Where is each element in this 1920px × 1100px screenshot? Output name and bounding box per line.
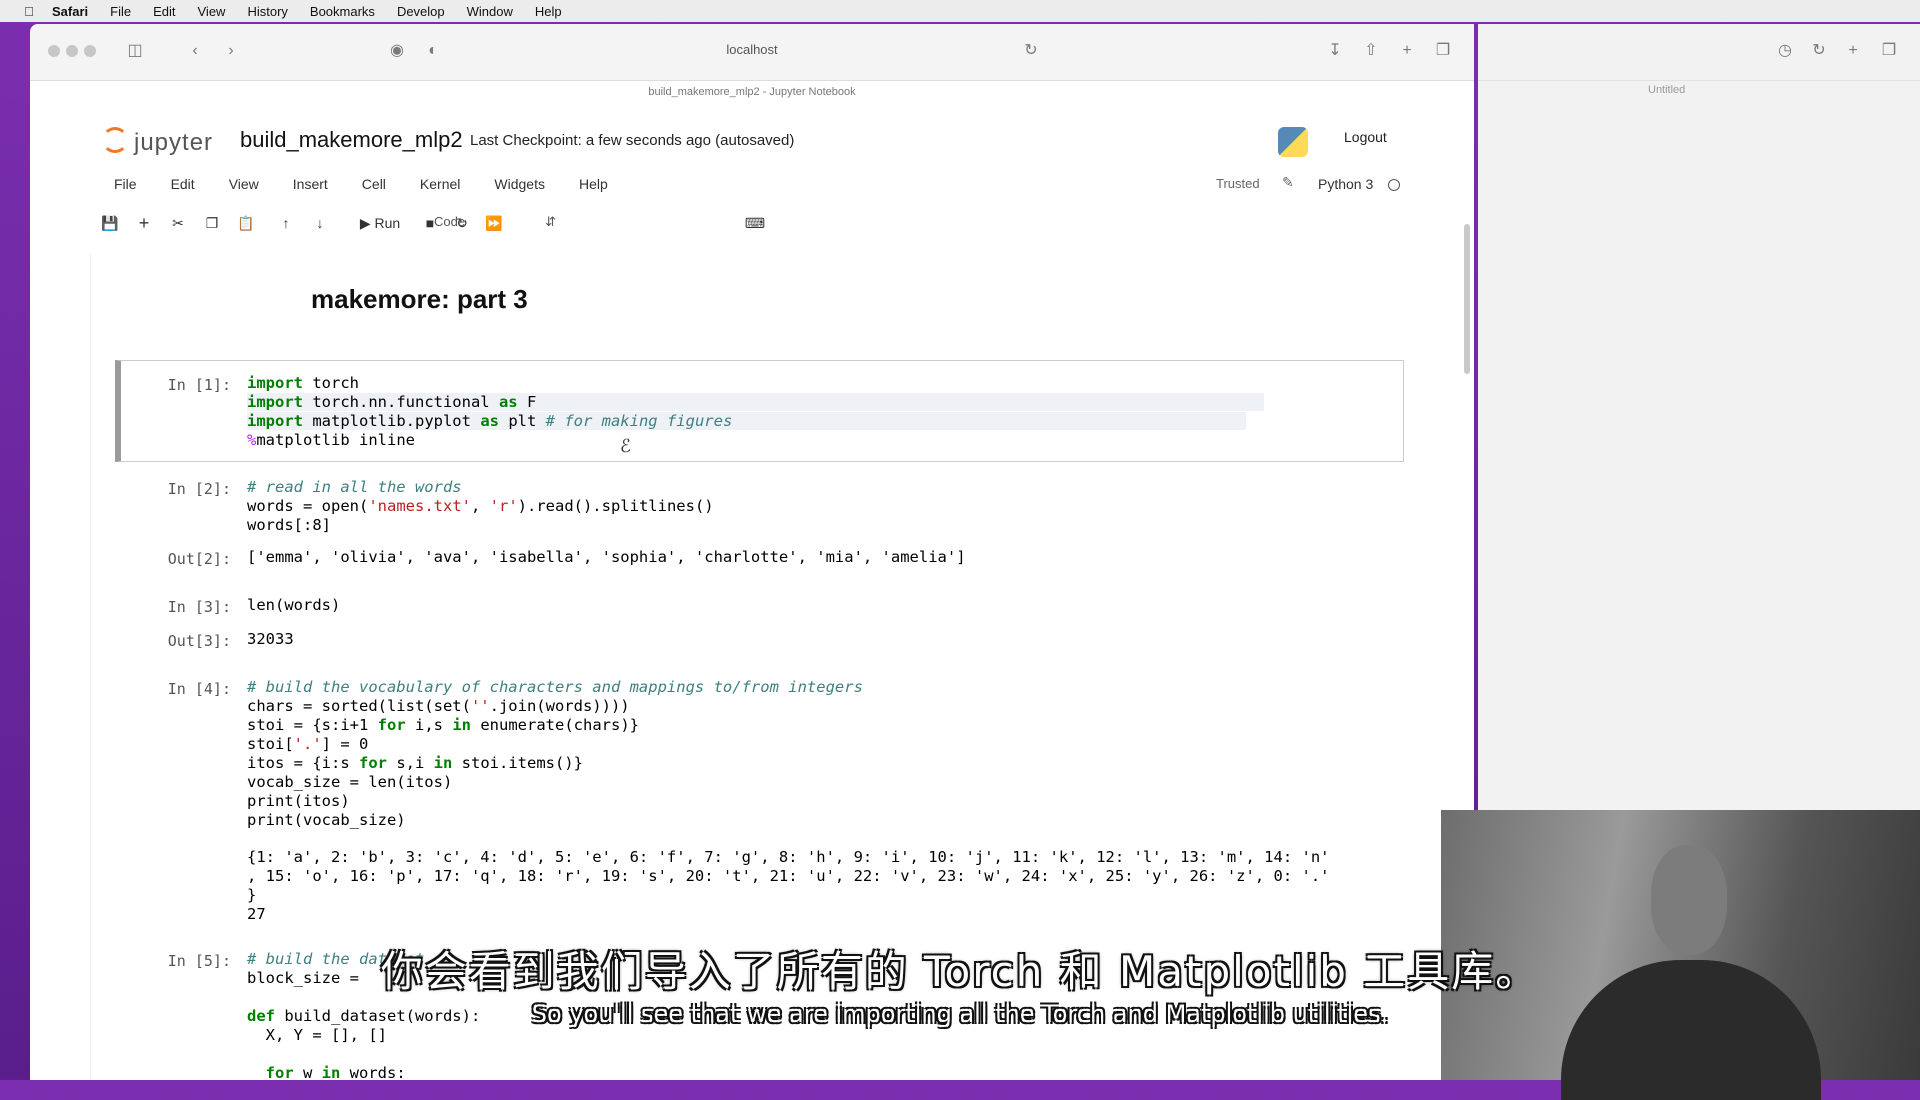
menu-history[interactable]: History	[247, 4, 287, 19]
history-icon[interactable]: ◷	[1774, 40, 1796, 62]
trusted-indicator[interactable]: Trusted	[1216, 176, 1260, 191]
run-icon: ▶	[359, 215, 375, 231]
address-bar[interactable]: localhost	[30, 42, 1474, 57]
cut-icon[interactable]: ✂	[168, 210, 188, 236]
jmenu-view[interactable]: View	[229, 176, 259, 192]
output-prompt: Out[3]:	[167, 632, 231, 650]
cell-output: {1: 'a', 2: 'b', 3: 'c', 4: 'd', 5: 'e',…	[247, 848, 1330, 924]
mac-menu-bar:  Safari File Edit View History Bookmark…	[0, 0, 1920, 22]
jmenu-cell[interactable]: Cell	[362, 176, 386, 192]
jupyter-logo[interactable]: jupyter	[102, 127, 213, 157]
jmenu-insert[interactable]: Insert	[293, 176, 328, 192]
jmenu-widgets[interactable]: Widgets	[494, 176, 545, 192]
run-label: Run	[374, 215, 401, 231]
python-logo-icon	[1278, 127, 1308, 157]
subtitle-chinese: 你会看到我们导入了所有的 Torch 和 Matplotlib 工具库。	[380, 947, 1540, 996]
output-line: 27	[247, 905, 266, 923]
menu-help[interactable]: Help	[535, 4, 562, 19]
cell-prompt: In [4]:	[167, 680, 231, 698]
move-up-icon[interactable]: ↑	[276, 210, 296, 236]
subtitle-english: So you'll see that we are importing all …	[531, 1000, 1389, 1028]
logout-button[interactable]: Logout	[1344, 129, 1387, 145]
reload-icon[interactable]: ↻	[1020, 40, 1042, 62]
output-prompt: Out[2]:	[167, 550, 231, 568]
untitled-tab-title: Untitled	[1648, 84, 1686, 96]
new-tab-icon[interactable]: +	[1842, 40, 1864, 62]
text-cursor-icon: ℰ	[620, 436, 631, 456]
menu-file[interactable]: File	[110, 4, 131, 19]
download-icon[interactable]: ↧	[1324, 40, 1346, 62]
tabs-overview-icon[interactable]: ❐	[1878, 40, 1900, 62]
kernel-status-icon	[1388, 179, 1400, 191]
cell-prompt: In [2]:	[167, 480, 231, 498]
menu-bookmarks[interactable]: Bookmarks	[310, 4, 375, 19]
edit-pencil-icon[interactable]: ✎	[1282, 174, 1294, 191]
secondary-toolbar: ◷ ↻ + ❐	[1478, 24, 1920, 81]
tab-title[interactable]: build_makemore_mlp2 - Jupyter Notebook	[30, 86, 1474, 98]
safari-window: ◫ ‹ › ◉ ◐ localhost ↻ ↧ ⇧ + ❐ build_make…	[30, 24, 1474, 1080]
insert-cell-icon[interactable]: +	[134, 210, 154, 236]
jmenu-help[interactable]: Help	[579, 176, 608, 192]
new-tab-icon[interactable]: +	[1396, 40, 1418, 62]
menu-develop[interactable]: Develop	[397, 4, 445, 19]
cell-type-select[interactable]: Code ⇵	[428, 210, 562, 234]
cell-output: 32033	[247, 630, 294, 648]
cell-code[interactable]: len(words)	[247, 596, 340, 615]
share-icon[interactable]: ⇧	[1360, 40, 1382, 62]
kernel-name[interactable]: Python 3	[1318, 176, 1373, 192]
reload-icon[interactable]: ↻	[1808, 40, 1830, 62]
cell-code[interactable]: # build the vocabulary of characters and…	[247, 678, 863, 830]
jupyter-logo-icon	[102, 127, 128, 153]
secondary-browser-window: ◷ ↻ + ❐ Untitled	[1478, 24, 1920, 824]
output-line: , 15: 'o', 16: 'p', 17: 'q', 18: 'r', 19…	[247, 867, 1330, 885]
cell-prompt: In [1]:	[167, 376, 231, 394]
browser-toolbar: ◫ ‹ › ◉ ◐ localhost ↻ ↧ ⇧ + ❐	[30, 24, 1474, 81]
run-button[interactable]: ▶ Run	[350, 210, 410, 236]
cell-type-value: Code	[434, 214, 466, 229]
cell-code[interactable]: # read in all the words words = open('na…	[247, 478, 714, 535]
copy-icon[interactable]: ❐	[202, 210, 222, 236]
apple-icon[interactable]: 	[20, 4, 38, 19]
menu-window[interactable]: Window	[467, 4, 513, 19]
jupyter-logo-text: jupyter	[134, 129, 214, 156]
notebook-heading: makemore: part 3	[311, 284, 528, 314]
jupyter-header: jupyter build_makemore_mlp2 Last Checkpo…	[30, 99, 1474, 159]
tabs-overview-icon[interactable]: ❐	[1432, 40, 1454, 62]
keyboard-icon[interactable]: ⌨	[744, 210, 766, 236]
notebook-name[interactable]: build_makemore_mlp2	[240, 127, 463, 153]
select-arrows-icon: ⇵	[545, 214, 556, 229]
jmenu-edit[interactable]: Edit	[171, 176, 195, 192]
jmenu-kernel[interactable]: Kernel	[420, 176, 460, 192]
scrollbar[interactable]	[1464, 224, 1470, 374]
menu-edit[interactable]: Edit	[153, 4, 175, 19]
cell-prompt: In [3]:	[167, 598, 231, 616]
output-line: {1: 'a', 2: 'b', 3: 'c', 4: 'd', 5: 'e',…	[247, 848, 1330, 866]
menu-view[interactable]: View	[198, 4, 226, 19]
cell-code[interactable]: import torch import torch.nn.functional …	[247, 374, 1265, 450]
cell-output: ['emma', 'olivia', 'ava', 'isabella', 's…	[247, 548, 966, 566]
paste-icon[interactable]: 📋	[236, 210, 256, 236]
save-icon[interactable]: 💾	[100, 210, 120, 236]
jmenu-file[interactable]: File	[114, 176, 137, 192]
move-down-icon[interactable]: ↓	[310, 210, 330, 236]
menu-safari[interactable]: Safari	[52, 4, 88, 19]
checkpoint-status: Last Checkpoint: a few seconds ago (auto…	[470, 132, 795, 149]
jupyter-menu-bar: File Edit View Insert Cell Kernel Widget…	[114, 176, 642, 192]
output-line: }	[247, 886, 257, 904]
